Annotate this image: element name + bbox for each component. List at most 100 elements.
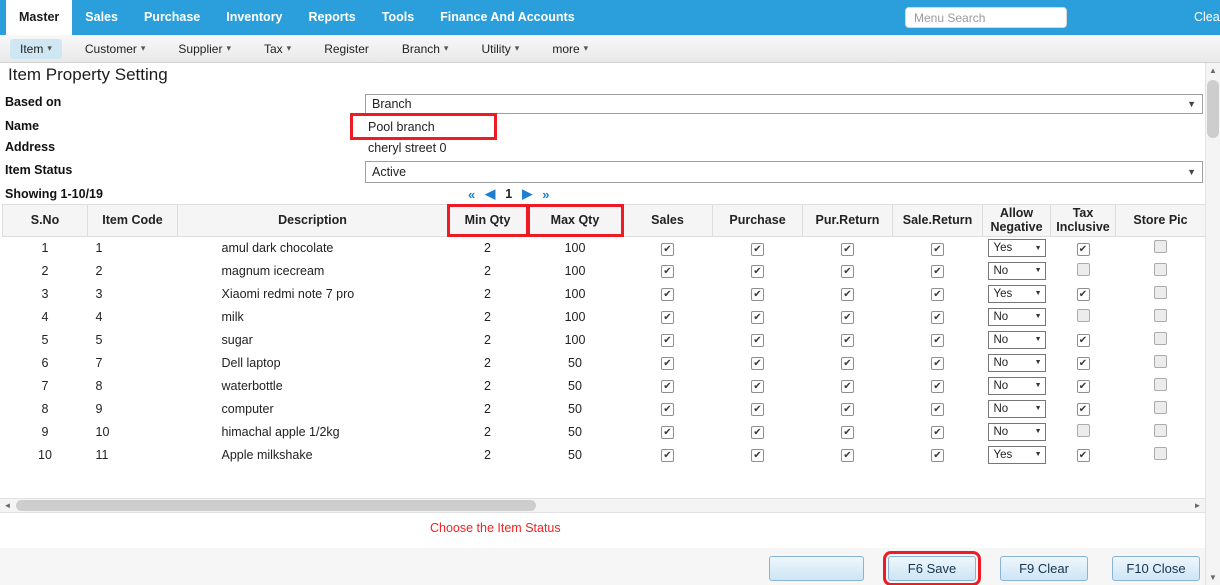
- purchase-checkbox[interactable]: ✔: [751, 357, 764, 370]
- pur-return-checkbox[interactable]: ✔: [841, 380, 854, 393]
- purchase-checkbox[interactable]: ✔: [751, 265, 764, 278]
- vertical-scrollbar[interactable]: ▲ ▼: [1205, 63, 1220, 585]
- sale-return-checkbox[interactable]: ✔: [931, 311, 944, 324]
- top-nav-tab-sales[interactable]: Sales: [72, 0, 131, 35]
- pur-return-checkbox[interactable]: ✔: [841, 243, 854, 256]
- f10-close-button[interactable]: F10 Close: [1112, 556, 1200, 581]
- next-page-icon[interactable]: ▶: [522, 186, 532, 202]
- sale-return-checkbox[interactable]: ✔: [931, 426, 944, 439]
- blank-button[interactable]: [769, 556, 864, 581]
- last-page-icon[interactable]: »: [542, 187, 549, 202]
- store-pic-checkbox[interactable]: [1154, 240, 1167, 253]
- sale-return-checkbox[interactable]: ✔: [931, 403, 944, 416]
- top-nav-tab-master[interactable]: Master: [6, 0, 72, 35]
- tax-inclusive-checkbox[interactable]: ✔: [1077, 243, 1090, 256]
- purchase-checkbox[interactable]: ✔: [751, 449, 764, 462]
- purchase-checkbox[interactable]: ✔: [751, 288, 764, 301]
- top-nav-tab-inventory[interactable]: Inventory: [213, 0, 295, 35]
- pur-return-checkbox[interactable]: ✔: [841, 288, 854, 301]
- store-pic-checkbox[interactable]: [1154, 309, 1167, 322]
- allow-negative-select[interactable]: No▼: [988, 331, 1046, 349]
- tax-inclusive-checkbox[interactable]: ✔: [1077, 403, 1090, 416]
- horizontal-scrollbar[interactable]: ◄ ►: [0, 498, 1205, 513]
- allow-negative-select[interactable]: No▼: [988, 377, 1046, 395]
- allow-negative-select[interactable]: No▼: [988, 262, 1046, 280]
- tax-inclusive-checkbox[interactable]: ✔: [1077, 449, 1090, 462]
- sub-nav-item-customer[interactable]: Customer▾: [75, 39, 156, 59]
- scroll-right-icon[interactable]: ►: [1190, 499, 1205, 512]
- tax-inclusive-checkbox[interactable]: ✔: [1077, 288, 1090, 301]
- allow-negative-select[interactable]: Yes▼: [988, 446, 1046, 464]
- sale-return-checkbox[interactable]: ✔: [931, 380, 944, 393]
- current-page[interactable]: 1: [505, 187, 512, 201]
- sale-return-checkbox[interactable]: ✔: [931, 288, 944, 301]
- sale-return-checkbox[interactable]: ✔: [931, 265, 944, 278]
- pur-return-checkbox[interactable]: ✔: [841, 449, 854, 462]
- sales-checkbox[interactable]: ✔: [661, 380, 674, 393]
- pur-return-checkbox[interactable]: ✔: [841, 357, 854, 370]
- purchase-checkbox[interactable]: ✔: [751, 403, 764, 416]
- scroll-up-icon[interactable]: ▲: [1206, 63, 1220, 78]
- tax-inclusive-checkbox[interactable]: ✔: [1077, 334, 1090, 347]
- first-page-icon[interactable]: «: [468, 187, 475, 202]
- sales-checkbox[interactable]: ✔: [661, 357, 674, 370]
- sub-nav-item-utility[interactable]: Utility▾: [471, 39, 529, 59]
- store-pic-checkbox[interactable]: [1154, 378, 1167, 391]
- scroll-down-icon[interactable]: ▼: [1206, 570, 1220, 585]
- store-pic-checkbox[interactable]: [1154, 447, 1167, 460]
- purchase-checkbox[interactable]: ✔: [751, 311, 764, 324]
- f9-clear-button[interactable]: F9 Clear: [1000, 556, 1088, 581]
- tax-inclusive-checkbox[interactable]: [1077, 263, 1090, 276]
- allow-negative-select[interactable]: No▼: [988, 354, 1046, 372]
- sales-checkbox[interactable]: ✔: [661, 243, 674, 256]
- allow-negative-select[interactable]: Yes▼: [988, 239, 1046, 257]
- sub-nav-item-tax[interactable]: Tax▾: [254, 39, 301, 59]
- top-nav-tab-reports[interactable]: Reports: [296, 0, 369, 35]
- store-pic-checkbox[interactable]: [1154, 424, 1167, 437]
- prev-page-icon[interactable]: ◀: [485, 186, 495, 202]
- sales-checkbox[interactable]: ✔: [661, 288, 674, 301]
- vertical-scrollbar-thumb[interactable]: [1207, 80, 1219, 138]
- purchase-checkbox[interactable]: ✔: [751, 380, 764, 393]
- allow-negative-select[interactable]: No▼: [988, 308, 1046, 326]
- sub-nav-item-register[interactable]: Register: [314, 39, 379, 59]
- sales-checkbox[interactable]: ✔: [661, 265, 674, 278]
- tax-inclusive-checkbox[interactable]: ✔: [1077, 357, 1090, 370]
- allow-negative-select[interactable]: No▼: [988, 423, 1046, 441]
- pur-return-checkbox[interactable]: ✔: [841, 403, 854, 416]
- based-on-select[interactable]: Branch ▼: [365, 94, 1203, 114]
- store-pic-checkbox[interactable]: [1154, 263, 1167, 276]
- store-pic-checkbox[interactable]: [1154, 401, 1167, 414]
- sale-return-checkbox[interactable]: ✔: [931, 357, 944, 370]
- pur-return-checkbox[interactable]: ✔: [841, 426, 854, 439]
- top-nav-tab-finance-and-accounts[interactable]: Finance And Accounts: [427, 0, 588, 35]
- item-status-select[interactable]: Active ▼: [365, 161, 1203, 183]
- store-pic-checkbox[interactable]: [1154, 355, 1167, 368]
- sub-nav-item-supplier[interactable]: Supplier▾: [168, 39, 241, 59]
- horizontal-scrollbar-thumb[interactable]: [16, 500, 536, 511]
- sales-checkbox[interactable]: ✔: [661, 334, 674, 347]
- tax-inclusive-checkbox[interactable]: [1077, 309, 1090, 322]
- allow-negative-select[interactable]: No▼: [988, 400, 1046, 418]
- f6-save-button[interactable]: F6 Save: [888, 556, 976, 581]
- sale-return-checkbox[interactable]: ✔: [931, 243, 944, 256]
- purchase-checkbox[interactable]: ✔: [751, 426, 764, 439]
- purchase-checkbox[interactable]: ✔: [751, 334, 764, 347]
- scroll-left-icon[interactable]: ◄: [0, 499, 15, 512]
- allow-negative-select[interactable]: Yes▼: [988, 285, 1046, 303]
- sales-checkbox[interactable]: ✔: [661, 311, 674, 324]
- tax-inclusive-checkbox[interactable]: ✔: [1077, 380, 1090, 393]
- store-pic-checkbox[interactable]: [1154, 332, 1167, 345]
- pur-return-checkbox[interactable]: ✔: [841, 265, 854, 278]
- sales-checkbox[interactable]: ✔: [661, 426, 674, 439]
- sub-nav-item-branch[interactable]: Branch▾: [392, 39, 459, 59]
- sale-return-checkbox[interactable]: ✔: [931, 334, 944, 347]
- sale-return-checkbox[interactable]: ✔: [931, 449, 944, 462]
- pur-return-checkbox[interactable]: ✔: [841, 334, 854, 347]
- clear-link[interactable]: Clear: [1194, 10, 1220, 24]
- pur-return-checkbox[interactable]: ✔: [841, 311, 854, 324]
- sales-checkbox[interactable]: ✔: [661, 449, 674, 462]
- store-pic-checkbox[interactable]: [1154, 286, 1167, 299]
- purchase-checkbox[interactable]: ✔: [751, 243, 764, 256]
- tax-inclusive-checkbox[interactable]: [1077, 424, 1090, 437]
